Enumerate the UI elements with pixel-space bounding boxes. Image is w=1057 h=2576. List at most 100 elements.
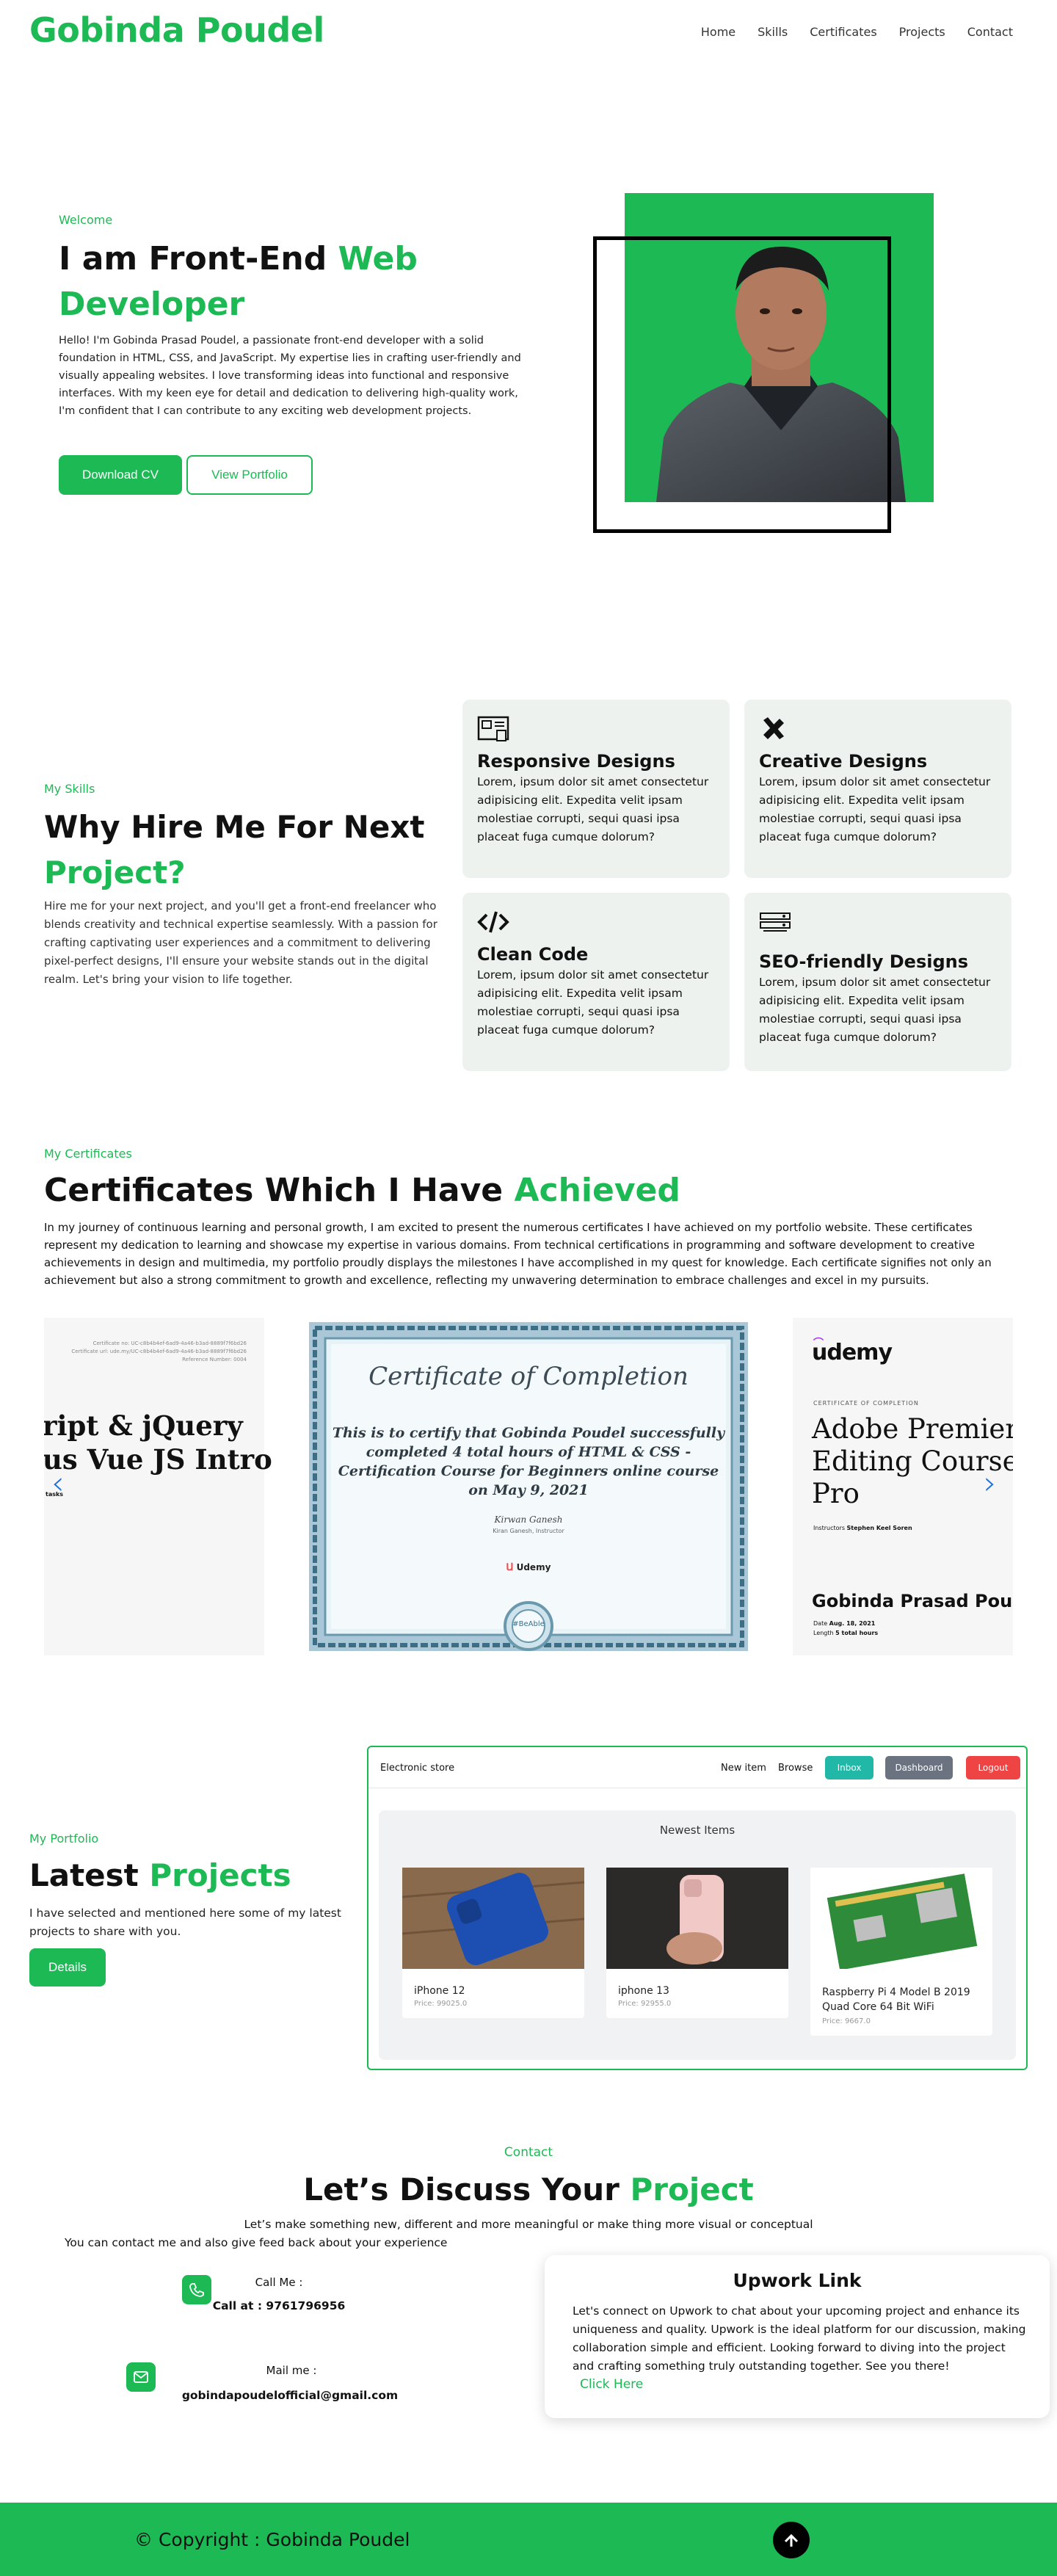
- certificate-slide-left[interactable]: Certificate no: UC-c8b4b4ef-6ad9-4a46-b3…: [44, 1318, 272, 1655]
- project-item-name: iPhone 12: [414, 1985, 465, 1997]
- certificate-signature: Kirwan Ganesh: [494, 1514, 563, 1525]
- certificate-instructor: Instructors Stephen Keel Soren: [813, 1525, 912, 1531]
- project-item-price: Price: 92955.0: [618, 2000, 672, 2008]
- project-item-price: Price: 9667.0: [822, 2017, 871, 2025]
- skill-card-title: Responsive Designs: [477, 751, 675, 772]
- site-logo[interactable]: Gobinda Poudel: [29, 10, 324, 50]
- instructor-label: Instructors: [813, 1525, 845, 1531]
- project-item-price: Price: 99025.0: [414, 2000, 468, 2008]
- portfolio-tag: My Portfolio: [29, 1832, 99, 1846]
- certificate-fine-print-3: Reference Number: 0004: [182, 1357, 247, 1363]
- certificate-body-line: completed 4 total hours of HTML & CSS -: [366, 1444, 691, 1460]
- contact-subtitle-2: You can contact me and also give feed ba…: [65, 2236, 448, 2249]
- nav-contact[interactable]: Contact: [967, 25, 1013, 39]
- mail-glyph: [134, 2371, 148, 2383]
- portfolio-description: I have selected and mentioned here some …: [29, 1906, 341, 1938]
- skill-card-seo: SEO-friendly Designs Lorem, ipsum dolor …: [744, 893, 1011, 1071]
- certificate-course-line: Editing Course: [812, 1445, 1013, 1477]
- skill-card-creative: Creative Designs Lorem, ipsum dolor sit …: [744, 700, 1011, 878]
- project-item-card: iphone 13 Price: 92955.0: [606, 1868, 788, 2018]
- project-inbox-button: Inbox: [825, 1756, 873, 1779]
- project-brand: Electronic store: [380, 1763, 455, 1774]
- mail-label: Mail me :: [266, 2364, 317, 2377]
- nav-menu: Home Skills Certificates Projects Contac…: [701, 25, 1013, 39]
- skill-card-clean-code: Clean Code Lorem, ipsum dolor sit amet c…: [462, 893, 730, 1071]
- certificate-body: This is to certify that Gobinda Poudel s…: [305, 1423, 752, 1500]
- skill-card-text: Lorem, ipsum dolor sit amet consectetur …: [759, 976, 991, 1044]
- certificate-fine-print-1: Certificate no: UC-c8b4b4ef-6ad9-4a46-b3…: [92, 1340, 247, 1346]
- certificate-meta: Date Aug. 18, 2021 Length 5 total hours: [813, 1619, 878, 1638]
- certificate-slide-right[interactable]: ⌒ udemy CERTIFICATE OF COMPLETION Adobe …: [793, 1318, 1013, 1655]
- copyright-text: © Copyright : Gobinda Poudel: [134, 2529, 410, 2550]
- certificate-body-line: on May 9, 2021: [468, 1482, 589, 1498]
- certificate-slide-center[interactable]: Certificate of Completion This is to cer…: [305, 1318, 752, 1655]
- scroll-to-top-button[interactable]: [773, 2522, 810, 2558]
- upwork-card: Upwork Link Let's connect on Upwork to c…: [545, 2255, 1050, 2418]
- certificates-title: Certificates Which I Have Achieved: [44, 1172, 680, 1209]
- code-icon: [477, 911, 509, 933]
- certificates-title-prefix: Certificates Which I Have: [44, 1172, 515, 1209]
- nav-home[interactable]: Home: [701, 25, 735, 39]
- skill-card-text: Lorem, ipsum dolor sit amet consectetur …: [477, 968, 709, 1037]
- footer: © Copyright : Gobinda Poudel: [0, 2503, 1057, 2576]
- project-item-name: Raspberry Pi 4 Model B 2019 Quad Core 64…: [822, 1987, 970, 2013]
- certificate-slider[interactable]: Certificate no: UC-c8b4b4ef-6ad9-4a46-b3…: [44, 1318, 1013, 1655]
- date-value: Aug. 18, 2021: [829, 1620, 876, 1627]
- download-cv-button[interactable]: Download CV: [59, 455, 182, 495]
- hero-photo-frame: [593, 236, 891, 533]
- certificate-course-line: Pro: [812, 1478, 860, 1509]
- contact-title-highlight: Project: [630, 2172, 754, 2207]
- layout-icon: [477, 716, 509, 741]
- slider-next-arrow-icon[interactable]: ›: [984, 1465, 997, 1502]
- hero-title: I am Front-End Web Developer: [59, 236, 470, 327]
- call-value[interactable]: Call at : 9761796956: [147, 2299, 411, 2312]
- portfolio-title-highlight: Projects: [149, 1857, 291, 1893]
- mail-value[interactable]: gobindapoudelofficial@gmail.com: [158, 2389, 422, 2402]
- nav-certificates[interactable]: Certificates: [810, 25, 876, 39]
- udemy-logo-icon: ᥙ: [506, 1559, 514, 1574]
- length-label: Length: [813, 1630, 834, 1636]
- portfolio-details-button[interactable]: Details: [29, 1948, 106, 1987]
- skill-card-title: Clean Code: [477, 944, 589, 965]
- skills-title-highlight: Project?: [44, 855, 186, 890]
- arrow-up-icon: [784, 2533, 799, 2547]
- project-nav: Electronic store New item Browse Inbox D…: [368, 1747, 1026, 1788]
- project-items-panel: Newest Items iPhone 12 Price: 99025.0 ip…: [379, 1810, 1016, 2060]
- certificate-course-title: Adobe Premiere Editing Course Pro: [812, 1413, 1013, 1510]
- upwork-title: Upwork Link: [733, 2270, 862, 2291]
- nav-skills[interactable]: Skills: [758, 25, 788, 39]
- certificate-course-line: us Vue JS Intro: [44, 1443, 272, 1476]
- skill-card-title: SEO-friendly Designs: [759, 951, 969, 972]
- hero-welcome: Welcome: [59, 213, 113, 227]
- project-item-card: iPhone 12 Price: 99025.0: [402, 1868, 585, 2018]
- length-value: 5 total hours: [835, 1630, 879, 1636]
- portfolio-title: Latest Projects: [29, 1857, 291, 1893]
- contact-subtitle: Let’s make something new, different and …: [244, 2218, 813, 2231]
- upwork-click-link[interactable]: Click Here: [580, 2377, 643, 2392]
- udemy-hat-icon: ⌒: [813, 1338, 824, 1349]
- view-portfolio-button[interactable]: View Portfolio: [186, 455, 313, 495]
- phone-image: [606, 1868, 788, 1969]
- certificates-tag: My Certificates: [44, 1147, 132, 1161]
- certificate-fine-print: Certificate no: UC-c8b4b4ef-6ad9-4a46-b3…: [44, 1340, 247, 1364]
- project-screenshot[interactable]: Electronic store New item Browse Inbox D…: [367, 1746, 1028, 2070]
- certificate-body-line: Certification Course for Beginners onlin…: [338, 1463, 719, 1479]
- raspberry-pi-image: [810, 1868, 992, 1970]
- slider-prev-arrow-icon[interactable]: ‹: [51, 1465, 65, 1502]
- project-logout-button: Logout: [966, 1756, 1020, 1779]
- mail-icon[interactable]: [126, 2362, 156, 2392]
- skill-card-title: Creative Designs: [759, 751, 928, 772]
- phone-image: [402, 1868, 585, 1969]
- contact-title: Let’s Discuss Your Project: [0, 2172, 1057, 2207]
- skill-card-responsive: Responsive Designs Lorem, ipsum dolor si…: [462, 700, 730, 878]
- project-item-card: Raspberry Pi 4 Model B 2019 Quad Core 64…: [810, 1868, 992, 2036]
- certificate-course-line: ript & jQuery: [44, 1409, 243, 1442]
- contact-title-prefix: Let’s Discuss Your: [303, 2172, 631, 2207]
- instructor-name: Stephen Keel Soren: [846, 1525, 912, 1531]
- skills-title-prefix: Why Hire Me For Next: [44, 809, 425, 845]
- nav-projects[interactable]: Projects: [899, 25, 945, 39]
- certificate-course-title: ript & jQuery us Vue JS Intro: [44, 1409, 272, 1476]
- call-label: Call Me :: [255, 2276, 303, 2289]
- hero-title-prefix: I am Front-End: [59, 240, 338, 277]
- design-tools-icon: [763, 717, 784, 739]
